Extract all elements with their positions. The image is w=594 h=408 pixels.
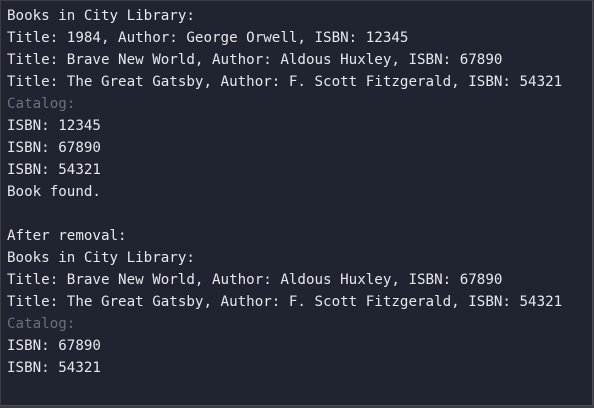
output-line: Book found. [7, 184, 101, 200]
output-line: After removal: [7, 228, 127, 244]
output-line: ISBN: 12345 [7, 118, 101, 134]
output-line-blank [7, 203, 586, 225]
output-line: ISBN: 54321 [7, 162, 101, 178]
output-line-catalog-heading: Catalog: [7, 316, 76, 332]
output-line: Title: Brave New World, Author: Aldous H… [7, 52, 503, 68]
output-line: Title: The Great Gatsby, Author: F. Scot… [7, 294, 563, 310]
output-line: ISBN: 54321 [7, 360, 101, 376]
output-line: ISBN: 67890 [7, 338, 101, 354]
output-line: Title: The Great Gatsby, Author: F. Scot… [7, 74, 563, 90]
terminal-output-panel[interactable]: Books in City Library: Title: 1984, Auth… [1, 1, 593, 406]
output-line: ISBN: 67890 [7, 140, 101, 156]
console-output: Books in City Library: Title: 1984, Auth… [7, 5, 586, 379]
output-line: Title: 1984, Author: George Orwell, ISBN… [7, 30, 409, 46]
output-line: Title: Brave New World, Author: Aldous H… [7, 272, 503, 288]
output-line-catalog-heading: Catalog: [7, 96, 76, 112]
output-line: Books in City Library: [7, 8, 195, 24]
output-line: Books in City Library: [7, 250, 195, 266]
